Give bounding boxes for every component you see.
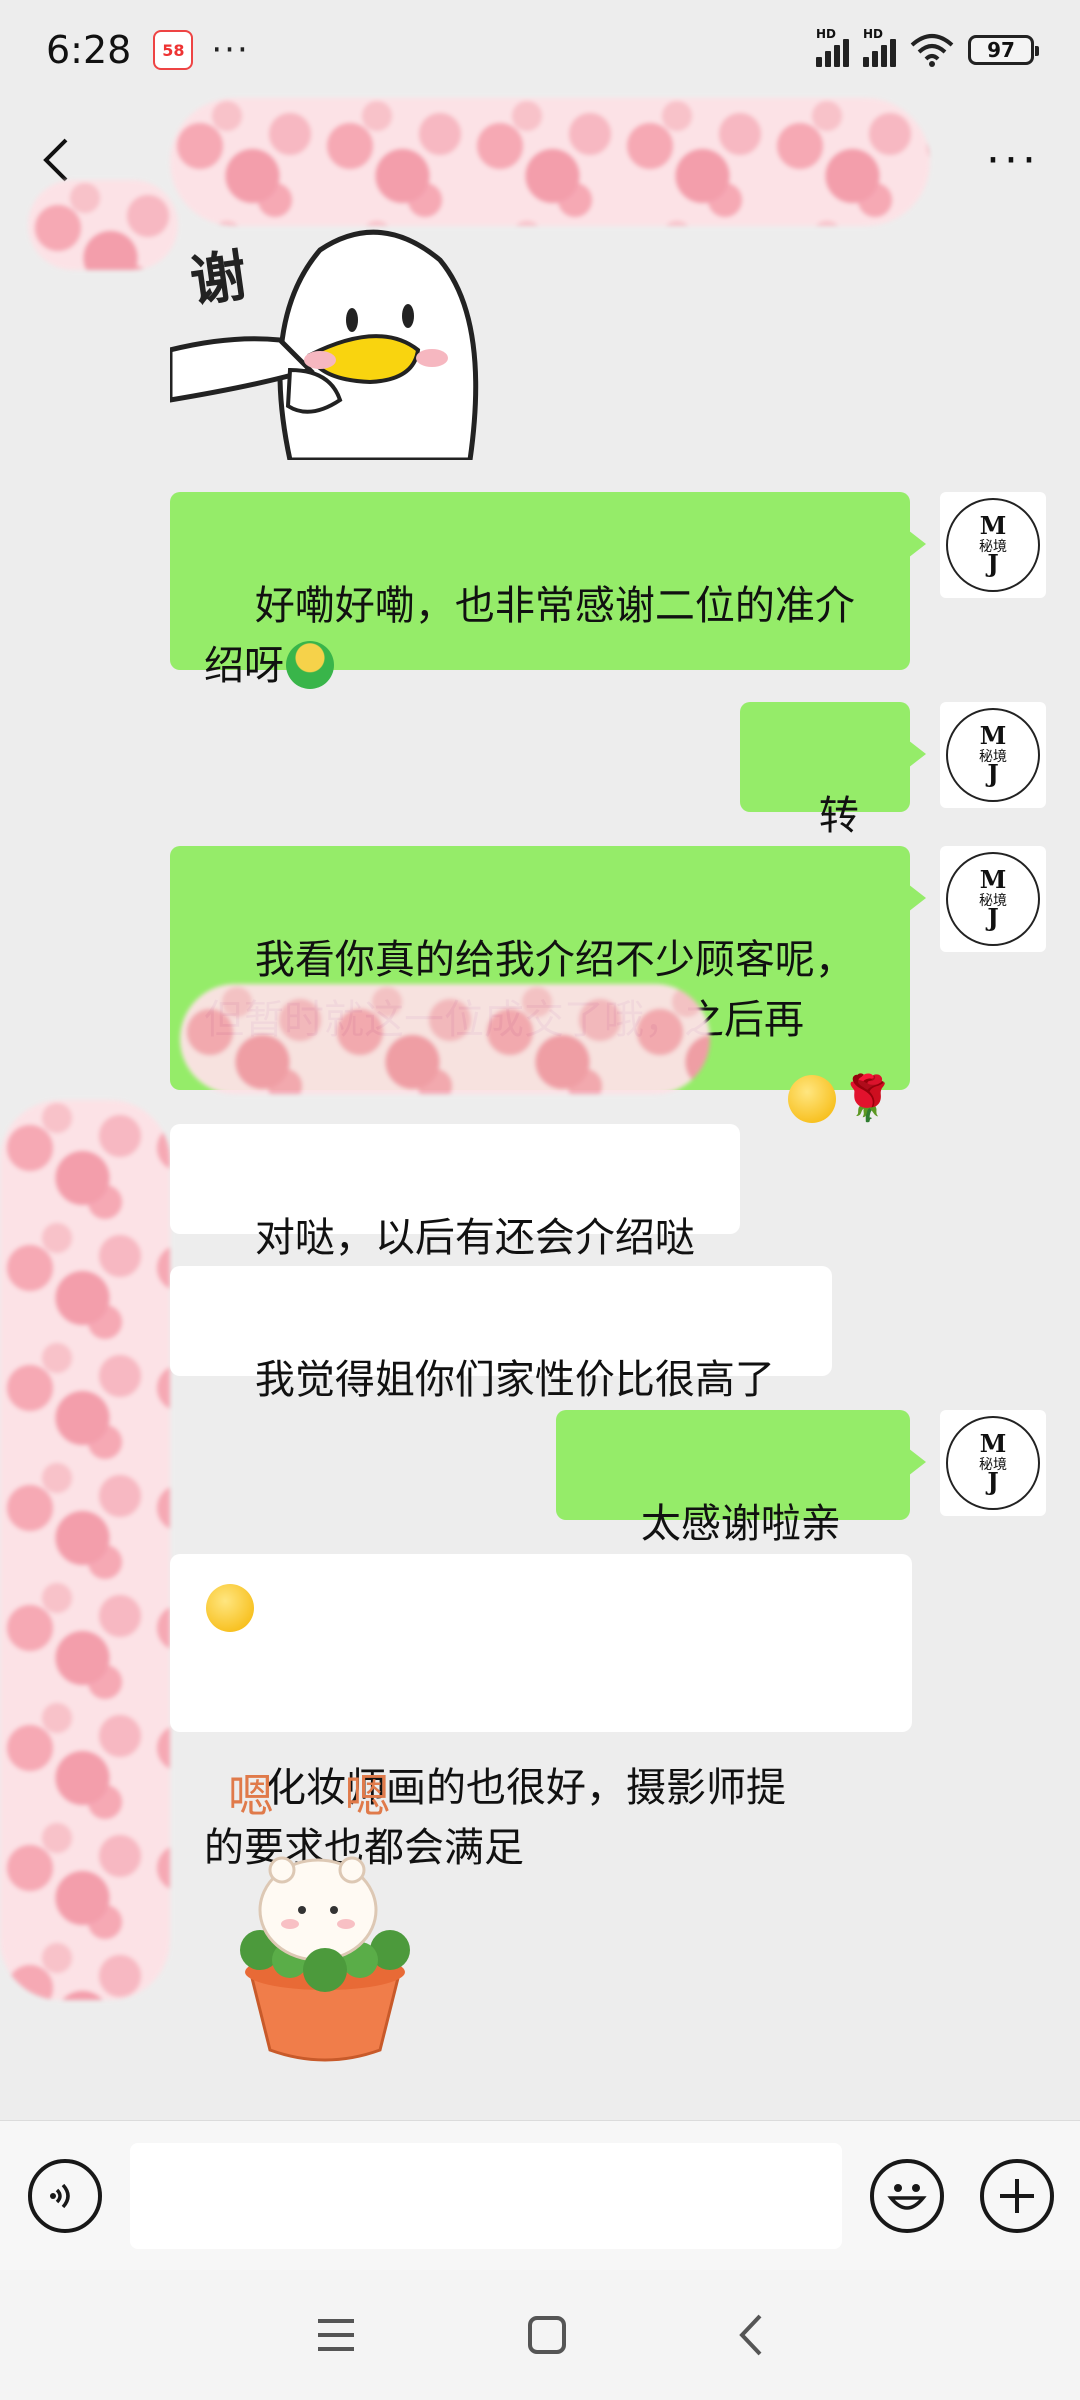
status-time: 6:28 bbox=[46, 28, 132, 72]
wifi-icon bbox=[910, 34, 954, 67]
signal-icon-2: HD bbox=[863, 27, 896, 67]
signal-hd-label-2: HD bbox=[863, 27, 884, 41]
redacted-message-text bbox=[180, 984, 710, 1094]
system-nav-bar bbox=[0, 2270, 1080, 2400]
redacted-contact-avatar bbox=[0, 1100, 170, 2000]
message-bubble-received[interactable]: 化妆师画的也很好，摄影师提 的要求也都会满足 bbox=[170, 1554, 912, 1871]
signal-icon: HD bbox=[816, 27, 849, 67]
avatar[interactable]: M 秘境 J bbox=[940, 1410, 1046, 1516]
avatar-j: J bbox=[987, 1467, 999, 1496]
signal-hd-label: HD bbox=[816, 27, 837, 41]
avatar-j: J bbox=[987, 759, 999, 788]
plus-icon bbox=[1000, 2179, 1034, 2213]
nod-bear-sticker[interactable]: 嗯 嗯 bbox=[220, 1760, 430, 2070]
voice-icon bbox=[50, 2183, 70, 2209]
back-icon[interactable] bbox=[736, 2312, 766, 2358]
message-text-input[interactable] bbox=[130, 2143, 842, 2249]
avatar-m: M bbox=[979, 511, 1007, 540]
rose-emoji: 🌹 bbox=[840, 1073, 896, 1124]
smile-emoji bbox=[788, 1075, 837, 1123]
message-bubble-received[interactable]: 我觉得姐你们家性价比很高了 bbox=[170, 1266, 832, 1403]
thanks-duck-sticker[interactable]: 谢 bbox=[170, 220, 486, 460]
message-text: 转 bbox=[818, 793, 859, 839]
more-options-button[interactable]: ··· bbox=[986, 135, 1040, 186]
menu-icon[interactable] bbox=[314, 2315, 358, 2355]
home-icon[interactable] bbox=[525, 2313, 569, 2357]
status-more-icon: ··· bbox=[211, 30, 250, 70]
avatar[interactable]: M 秘境 J bbox=[940, 702, 1046, 808]
redacted-chat-title bbox=[170, 98, 930, 226]
duck-sticker-text: 谢 bbox=[186, 243, 251, 316]
avatar-j: J bbox=[987, 549, 999, 578]
voice-button[interactable] bbox=[28, 2159, 102, 2233]
message-text: 我觉得姐你们家性价比很高了 bbox=[254, 1357, 775, 1403]
avatar-m: M bbox=[979, 721, 1007, 750]
message-bubble-sent[interactable]: 好嘞好嘞，也非常感谢二位的准介 绍呀 bbox=[170, 492, 926, 689]
avatar[interactable]: M 秘境 J bbox=[940, 492, 1046, 598]
emoji-icon bbox=[887, 2184, 927, 2210]
message-text: 对哒，以后有还会介绍哒 bbox=[254, 1215, 695, 1261]
avatar-j: J bbox=[987, 903, 999, 932]
status-bar: 6:28 58 ··· HD HD 97 bbox=[0, 0, 1080, 100]
chevron-left-icon bbox=[43, 138, 68, 182]
more-functions-button[interactable] bbox=[980, 2159, 1054, 2233]
chat-area[interactable]: 谢 好嘞好嘞，也非常感谢二位的准介 绍呀 M 秘境 J 转 M 秘境 J 我看你真的给我… bbox=[0, 220, 1080, 2120]
hug-emoji bbox=[286, 641, 334, 689]
avatar[interactable]: M 秘境 J bbox=[940, 846, 1046, 952]
battery-icon: 97 bbox=[968, 35, 1039, 65]
status-indicators: HD HD 97 bbox=[816, 27, 1039, 67]
message-input-bar bbox=[0, 2120, 1080, 2270]
avatar-m: M bbox=[979, 865, 1007, 894]
message-bubble-sent[interactable]: 太感谢啦亲❤ bbox=[556, 1410, 926, 1607]
message-text: 太感谢啦亲 bbox=[640, 1501, 841, 1547]
message-bubble-received[interactable]: 对哒，以后有还会介绍哒 bbox=[170, 1124, 740, 1261]
message-bubble-sent[interactable]: 转 bbox=[740, 702, 926, 899]
back-button[interactable] bbox=[40, 134, 76, 186]
avatar-m: M bbox=[979, 1429, 1007, 1458]
emoji-button[interactable] bbox=[870, 2159, 944, 2233]
grin-emoji bbox=[206, 1584, 254, 1632]
app-badge-icon: 58 bbox=[153, 30, 194, 70]
